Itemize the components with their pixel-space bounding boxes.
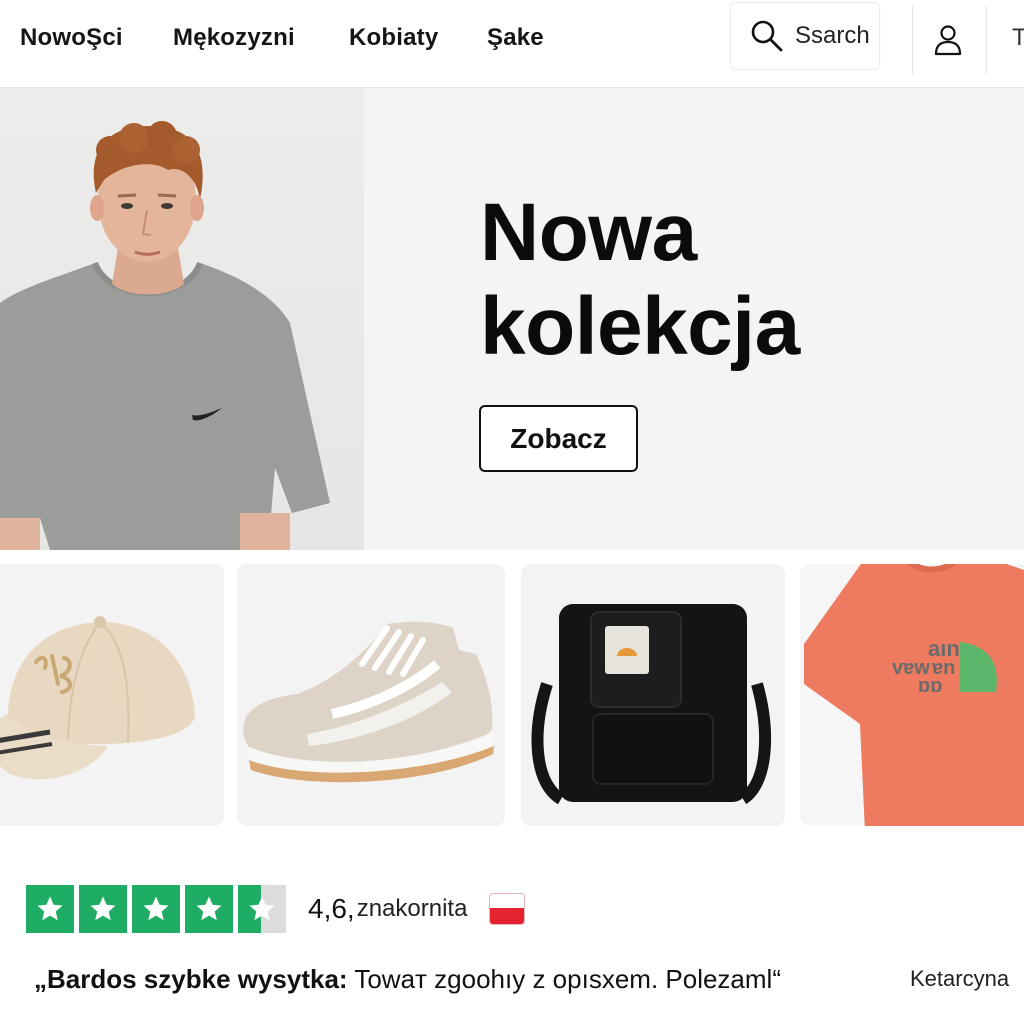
rating-score: 4,6,	[308, 893, 355, 924]
cap-icon	[0, 616, 195, 780]
hero-title: Nowa kolekcja	[480, 186, 900, 374]
search-label: Ssarch	[795, 22, 870, 49]
crossbody-bag-icon	[531, 604, 771, 805]
star-icon	[79, 885, 127, 933]
product-card-bag[interactable]	[521, 564, 785, 826]
hero-title-line2: kolekcja	[480, 281, 800, 372]
rating-label: znakornita	[356, 895, 468, 922]
see-collection-button[interactable]: Zobacz	[479, 405, 638, 472]
top-navigation: NowoŞci Mękozyzni Kobiaty Şake Ssarch T	[0, 0, 1024, 88]
poland-flag-icon	[489, 893, 526, 925]
star-icon	[185, 885, 233, 933]
product-card-tshirt[interactable]: aın vɐw ɐn ɒɒ	[800, 564, 1024, 826]
hero-model-photo	[0, 88, 364, 550]
nav-item-cut[interactable]: T	[1012, 24, 1024, 52]
review-headline: „Bardos szybke wysytka:	[34, 964, 348, 994]
rating-summary: 4,6, znakornita	[26, 885, 526, 933]
nav-item-new[interactable]: NowoŞci	[20, 24, 123, 52]
search-icon	[751, 20, 783, 52]
svg-text:ɒɒ: ɒɒ	[918, 675, 942, 697]
nav-item-sale[interactable]: Şake	[487, 24, 544, 52]
star-rating	[26, 885, 286, 933]
product-carousel: aın vɐw ɐn ɒɒ	[0, 550, 1024, 850]
half-star-icon	[238, 885, 286, 933]
nav-divider	[986, 6, 987, 74]
search-button[interactable]: Ssarch	[730, 2, 880, 70]
review-author: Ketarcyna	[910, 966, 1010, 991]
tshirt-icon: aın vɐw ɐn ɒɒ	[804, 564, 1024, 826]
hero-title-line1: Nowa	[480, 187, 697, 278]
hero-banner: Nowa kolekcja Zobacz	[0, 88, 1024, 550]
customer-review: „Bardos szybke wysytka: Towaт zgoohıy z …	[34, 964, 781, 995]
star-icon	[26, 885, 74, 933]
star-icon	[132, 885, 180, 933]
nav-item-women[interactable]: Kobiaty	[349, 24, 438, 52]
product-card-cap[interactable]	[0, 564, 224, 826]
product-card-sneaker[interactable]	[237, 564, 505, 826]
review-text: Towaт zgoohıy z opısxem. Polezaml“	[347, 964, 781, 994]
nav-item-men[interactable]: Mękozyzni	[173, 24, 295, 52]
nav-divider	[912, 6, 913, 74]
account-button[interactable]	[928, 20, 968, 60]
user-icon	[934, 25, 962, 56]
sneaker-icon	[243, 621, 494, 783]
